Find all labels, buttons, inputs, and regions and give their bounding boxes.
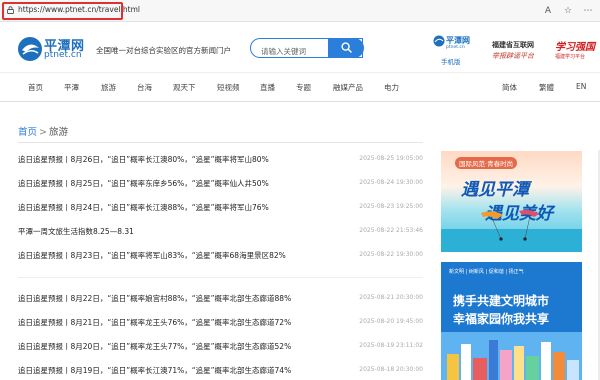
news-date: 2025-08-23 19:25:00 — [359, 203, 423, 210]
news-date: 2025-08-18 20:30:00 — [359, 366, 423, 373]
url-highlight-box — [2, 2, 123, 20]
fujian-report-platform-link[interactable]: 福建省互联网 举报辟谣平台 — [492, 40, 550, 64]
nav-item-media[interactable]: 融媒产品 — [333, 82, 363, 93]
breadcrumb-divider — [18, 142, 423, 143]
news-item[interactable]: 追日追星预报丨8月26日，“追日”概率长江澳80%，“追星”概率将军山80% 2… — [18, 154, 423, 168]
kite-surf-illustration-icon — [481, 210, 539, 241]
news-title[interactable]: 追日追星预报丨8月24日，“追日”概率长江澳88%，“追星”概率将军山76% — [18, 202, 269, 213]
nav-item-travel[interactable]: 旅游 — [101, 82, 116, 93]
news-item[interactable]: 追日追星预报丨8月20日，“追日”概率龙王头77%，“追星”概率北部生态廊道52… — [18, 341, 423, 355]
breadcrumb-home[interactable]: 首页 — [18, 127, 37, 138]
mobile-version-label: 手机版 — [441, 58, 461, 66]
browser-address-bar: https://www.ptnet.cn/travel.html A ☆ ⋯ — [0, 0, 600, 22]
breadcrumb-current: 旅游 — [48, 127, 68, 138]
news-title[interactable]: 追日追星预报丨8月23日，“追日”概率将军山83%，“追星”概率68海里景区82… — [18, 250, 286, 261]
news-title[interactable]: 追日追星预报丨8月26日，“追日”概率长江澳80%，“追星”概率将军山80% — [18, 154, 269, 165]
breadcrumb: 首页 > 旅游 — [18, 124, 68, 138]
news-item[interactable]: 平潭一周文旅生活指数8.25—8.31 2025-08-22 21:53:46 — [18, 226, 423, 240]
news-date: 2025-08-22 21:53:46 — [359, 227, 423, 234]
list-group-divider — [18, 277, 423, 278]
nav-item-taihai[interactable]: 台海 — [137, 82, 152, 93]
news-title[interactable]: 追日追星预报丨8月20日，“追日”概率龙王头77%，“追星”概率北部生态廊道52… — [18, 341, 291, 352]
news-title[interactable]: 追日追星预报丨8月21日，“追日”概率龙王头76%，“追星”概率北部生态廊道72… — [18, 317, 291, 328]
ad2-headline-1: 携手共建文明城市 — [453, 294, 550, 308]
fujian-report-line1: 福建省互联网 — [492, 41, 534, 49]
civilization-city-ad-banner[interactable]: 新文明 | 树新风 | 促和谐 | 扬正气 携手共建文明城市 幸福家园你我共享 — [441, 262, 582, 380]
news-date: 2025-08-20 19:45:00 — [359, 318, 423, 325]
mobile-logo-icon — [433, 35, 445, 47]
news-item[interactable]: 追日追星预报丨8月24日，“追日”概率长江澳88%，“追星”概率将军山76% 2… — [18, 202, 423, 216]
news-item[interactable]: 追日追星预报丨8月23日，“追日”概率将军山83%，“追星”概率68海里景区82… — [18, 250, 423, 264]
news-date: 2025-08-22 19:30:00 — [359, 251, 423, 258]
news-item[interactable]: 追日追星预报丨8月19日，“追日”概率长江澳71%，“追星”概率北部生态廊道74… — [18, 365, 423, 379]
nav-item-world[interactable]: 观天下 — [173, 82, 196, 93]
nav-item-home[interactable]: 首页 — [28, 82, 43, 93]
news-date: 2025-08-24 19:30:00 — [359, 179, 423, 186]
fujian-report-line2: 举报辟谣平台 — [492, 52, 534, 60]
lang-english[interactable]: EN — [576, 82, 586, 91]
site-header: 平潭网 ptnet.cn 全国唯一对台综合实验区的官方新闻门户 平潭网 ptne… — [0, 22, 600, 72]
site-slogan: 全国唯一对台综合实验区的官方新闻门户 — [96, 46, 231, 55]
search-icon — [341, 42, 352, 53]
nav-item-pingtan[interactable]: 平潭 — [64, 82, 79, 93]
favorite-star-icon[interactable]: ☆ — [562, 4, 574, 18]
tourism-ad-banner[interactable]: 国际风范·青春时尚 遇见平潭 遇见美好 — [441, 151, 582, 252]
breadcrumb-separator: > — [39, 127, 47, 138]
more-menu-icon[interactable]: ⋯ — [582, 4, 594, 18]
news-item[interactable]: 追日追星预报丨8月25日，“追日”概率东庠乡56%，“追星”概率仙人井50% 2… — [18, 178, 423, 192]
news-title[interactable]: 追日追星预报丨8月19日，“追日”概率长江澳71%，“追星”概率北部生态廊道74… — [18, 365, 291, 376]
nav-item-shortvideo[interactable]: 短视频 — [217, 82, 240, 93]
main-nav: 首页 平潭 旅游 台海 观天下 短视频 直播 专题 融媒产品 电力 简体 繁體 … — [0, 72, 600, 102]
news-date: 2025-08-19 23:11:02 — [359, 342, 423, 349]
xuexi-qiangguo-link[interactable]: 学习强国 福建学习平台 — [555, 38, 597, 66]
ad2-headline-2: 幸福家园你我共享 — [453, 312, 550, 326]
ad1-headline-1: 遇见平潭 — [461, 180, 529, 200]
news-title[interactable]: 平潭一周文旅生活指数8.25—8.31 — [18, 226, 134, 237]
xuexi-logo-text: 学习强国 — [555, 42, 595, 53]
lang-traditional[interactable]: 繁體 — [539, 82, 554, 93]
browser-actions: A ☆ ⋯ — [542, 4, 594, 18]
news-title[interactable]: 追日追星预报丨8月22日，“追日”概率娘宫村88%，“追星”概率北部生态廊道88… — [18, 293, 291, 304]
city-skyline-illustration-icon — [441, 332, 582, 380]
nav-item-live[interactable]: 直播 — [260, 82, 275, 93]
ad1-tagline: 国际风范·青春时尚 — [455, 157, 518, 169]
news-title[interactable]: 追日追星预报丨8月25日，“追日”概率东庠乡56%，“追星”概率仙人井50% — [18, 178, 269, 189]
nav-item-topics[interactable]: 专题 — [296, 82, 311, 93]
nav-item-power[interactable]: 电力 — [384, 82, 399, 93]
search-button[interactable] — [328, 38, 364, 58]
news-date: 2025-08-21 20:30:00 — [359, 294, 423, 301]
mobile-logo-domain: ptnet.cn — [446, 45, 465, 50]
mobile-version-link[interactable]: 平潭网 ptnet.cn 手机版 — [433, 34, 470, 68]
logo-domain[interactable]: ptnet.cn — [44, 50, 82, 60]
news-item[interactable]: 追日追星预报丨8月22日，“追日”概率娘宫村88%，“追星”概率北部生态廊道88… — [18, 293, 423, 307]
news-date: 2025-08-25 19:05:00 — [359, 155, 423, 162]
lang-simplified[interactable]: 简体 — [502, 82, 517, 93]
news-item[interactable]: 追日追星预报丨8月21日，“追日”概率龙王头76%，“追星”概率北部生态廊道72… — [18, 317, 423, 331]
ad2-strip: 新文明 | 树新风 | 促和谐 | 扬正气 — [449, 269, 524, 275]
read-aloud-icon[interactable]: A — [542, 4, 554, 18]
xuexi-subtitle: 福建学习平台 — [555, 54, 586, 60]
